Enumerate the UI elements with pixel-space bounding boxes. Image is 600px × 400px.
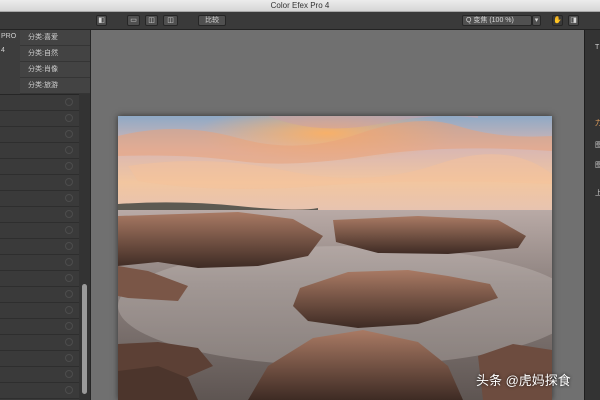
filter-row[interactable] <box>0 271 79 287</box>
eye-icon[interactable] <box>65 354 73 362</box>
toggle-sidebar-button[interactable]: ◧ <box>96 15 107 26</box>
panel-letter: 上 <box>595 190 600 197</box>
chevron-down-icon: ▾ <box>534 17 539 24</box>
side-by-side-view-button[interactable]: ◫ <box>163 15 178 26</box>
filter-row[interactable] <box>0 223 79 239</box>
filter-row[interactable] <box>0 95 79 111</box>
eye-icon[interactable] <box>65 162 73 170</box>
eye-icon[interactable] <box>65 338 73 346</box>
seascape-image <box>118 116 552 400</box>
eye-icon[interactable] <box>65 130 73 138</box>
filter-row[interactable] <box>0 367 79 383</box>
eye-icon[interactable] <box>65 386 73 394</box>
filter-row[interactable] <box>0 383 79 399</box>
toggle-right-panel-button[interactable]: ◨ <box>568 15 579 26</box>
filter-row[interactable] <box>0 159 79 175</box>
single-view-icon: ▭ <box>130 17 137 24</box>
category-list: 分类:喜爱 分类:自然 分类:肖像 分类:旅游 <box>20 30 90 94</box>
filter-row[interactable] <box>0 207 79 223</box>
category-item[interactable]: 分类:自然 <box>20 46 90 62</box>
eye-icon[interactable] <box>65 114 73 122</box>
eye-icon[interactable] <box>65 226 73 234</box>
filter-row[interactable] <box>0 111 79 127</box>
panel-letter: 图 <box>595 162 600 169</box>
compare-button[interactable]: 比较 <box>198 15 226 26</box>
eye-icon[interactable] <box>65 258 73 266</box>
category-item[interactable]: 分类:肖像 <box>20 62 90 78</box>
filter-row[interactable] <box>0 335 79 351</box>
eye-icon[interactable] <box>65 210 73 218</box>
eye-icon[interactable] <box>65 178 73 186</box>
side-by-side-icon: ◫ <box>167 17 174 24</box>
sidebar-toggle-icon: ◧ <box>98 17 105 24</box>
filter-row[interactable] <box>0 143 79 159</box>
filter-row[interactable] <box>0 191 79 207</box>
eye-icon[interactable] <box>65 322 73 330</box>
scrollbar-thumb[interactable] <box>82 284 87 394</box>
eye-icon[interactable] <box>65 146 73 154</box>
window-title: Color Efex Pro 4 <box>270 1 330 10</box>
panel-letter: 图 <box>595 142 600 149</box>
filter-row[interactable] <box>0 303 79 319</box>
category-label: 分类:旅游 <box>28 82 58 89</box>
filter-row[interactable] <box>0 351 79 367</box>
filter-row[interactable] <box>0 287 79 303</box>
eye-icon[interactable] <box>65 98 73 106</box>
window-title-bar: Color Efex Pro 4 <box>0 0 600 12</box>
preview-canvas[interactable] <box>91 30 584 400</box>
eye-icon[interactable] <box>65 242 73 250</box>
filter-sidebar: PRO 4 分类:喜爱 分类:自然 分类:肖像 分类:旅游 <box>0 30 91 400</box>
filter-row[interactable] <box>0 127 79 143</box>
filter-row[interactable] <box>0 175 79 191</box>
eye-icon[interactable] <box>65 274 73 282</box>
category-label: 分类:肖像 <box>28 66 58 73</box>
filter-row[interactable] <box>0 239 79 255</box>
zoom-dropdown-button[interactable]: ▾ <box>532 15 541 26</box>
hand-tool-button[interactable]: ✋ <box>552 15 563 26</box>
panel-letter: T <box>595 44 600 51</box>
right-settings-panel: T 力 图 图 上 <box>584 30 600 400</box>
category-label: 分类:喜爱 <box>28 34 58 41</box>
zoom-select[interactable]: Q 变焦 (100 %) <box>462 15 532 26</box>
category-item[interactable]: 分类:喜爱 <box>20 30 90 46</box>
compare-label: 比较 <box>205 17 219 24</box>
eye-icon[interactable] <box>65 306 73 314</box>
watermark-text: 头条 @虎妈探食 <box>476 373 571 388</box>
filter-list-scrollbar[interactable] <box>79 94 90 400</box>
filter-list <box>0 94 79 400</box>
split-view-button[interactable]: ◫ <box>145 15 158 26</box>
brand-label: PRO 4 <box>1 33 17 54</box>
single-view-button[interactable]: ▭ <box>127 15 140 26</box>
eye-icon[interactable] <box>65 370 73 378</box>
top-toolbar: ◧ ▭ ◫ ◫ 比较 Q 变焦 (100 %) ▾ ✋ ◨ <box>0 12 600 30</box>
hand-icon: ✋ <box>553 17 562 24</box>
panel-letter: 力 <box>595 120 600 127</box>
category-label: 分类:自然 <box>28 50 58 57</box>
filter-row[interactable] <box>0 319 79 335</box>
eye-icon[interactable] <box>65 290 73 298</box>
eye-icon[interactable] <box>65 194 73 202</box>
preview-photo[interactable] <box>118 116 552 400</box>
zoom-label: Q 变焦 (100 %) <box>466 17 514 24</box>
right-panel-toggle-icon: ◨ <box>570 17 577 24</box>
filter-row[interactable] <box>0 255 79 271</box>
split-view-icon: ◫ <box>148 17 155 24</box>
category-item[interactable]: 分类:旅游 <box>20 78 90 94</box>
